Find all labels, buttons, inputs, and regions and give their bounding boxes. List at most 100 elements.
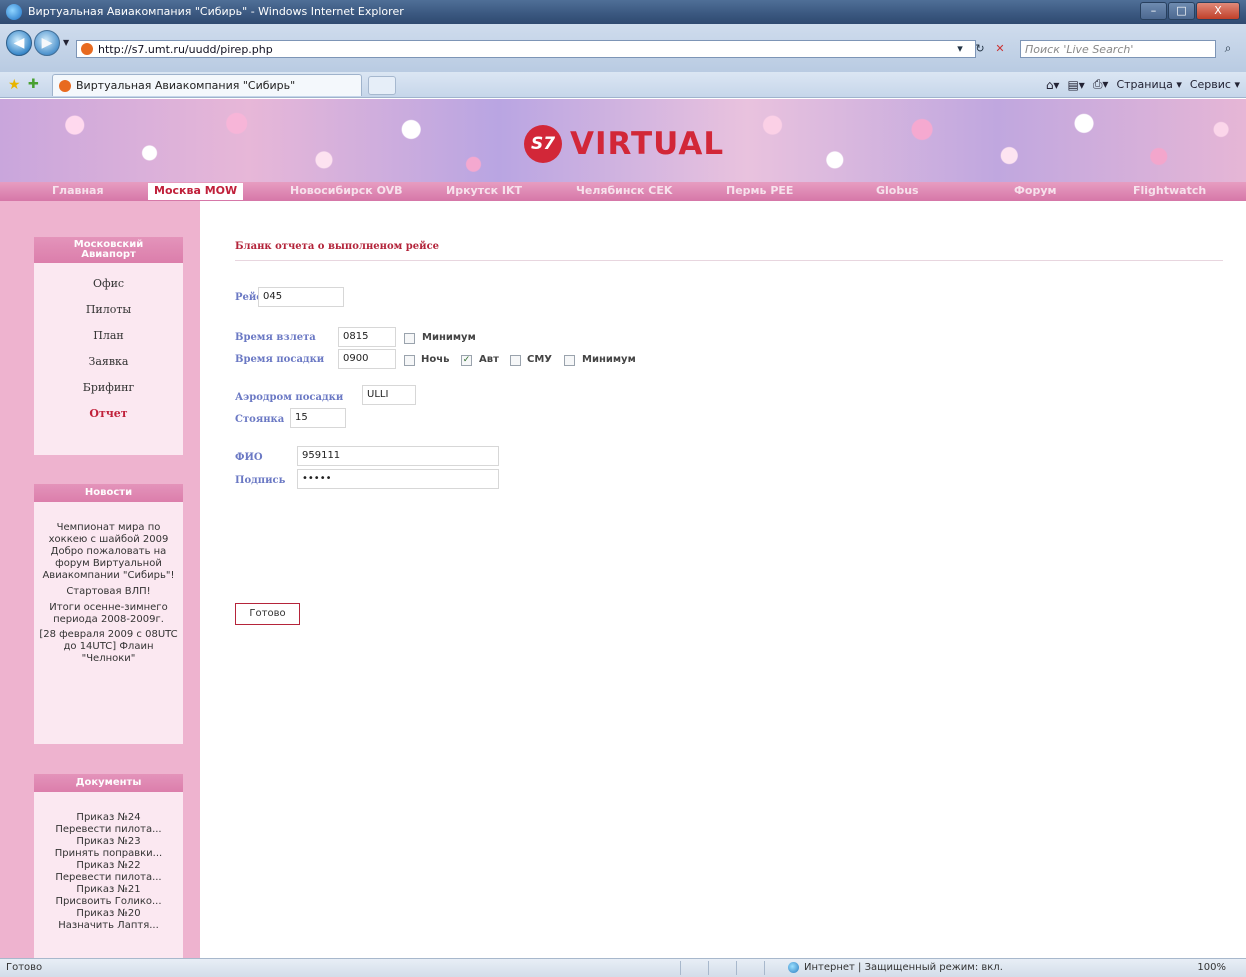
stand-input[interactable]: 15 [290,408,346,428]
search-icon[interactable]: ⌕ [1220,41,1236,57]
page-viewport: S7 VIRTUAL Главная Москва MOW Новосибирс… [0,99,1246,958]
takeoff-minimum-checkbox[interactable] [404,333,415,344]
sidebar-item-office[interactable]: Офис [34,271,183,297]
document-title: Приказ №22 [76,860,141,871]
stand-label: Стоянка [235,414,285,425]
nav-chelyabinsk[interactable]: Челябинск CEK [576,184,672,197]
landing-time-input[interactable]: 0900 [338,349,396,369]
landing-minimum-checkbox[interactable] [564,355,575,366]
nav-home[interactable]: Главная [52,184,104,197]
flight-input[interactable]: 045 [258,287,344,307]
document-text: Перевести пилота... [55,872,162,883]
hub-title-line-2: Авиапорт [81,249,136,260]
news-item[interactable]: [28 февраля 2009 с 08UTC до 14UTC] Флаин… [34,629,183,665]
divider [736,961,737,975]
address-url[interactable]: http://s7.umt.ru/uudd/pirep.php [98,43,273,56]
landing-minimum-label: Минимум [582,354,636,365]
airport-input[interactable]: ULLI [362,385,416,405]
signature-input[interactable]: ••••• [297,469,499,489]
nav-flightwatch[interactable]: Flightwatch [1133,184,1206,197]
globe-icon [788,962,799,973]
tab-label: Виртуальная Авиакомпания "Сибирь" [76,79,296,92]
minimize-button[interactable]: – [1140,2,1167,20]
document-item[interactable]: Приказ №20 Назначить Лаптя... [34,908,183,932]
address-dropdown-icon[interactable]: ▾ [952,41,968,57]
sidebar-item-report[interactable]: Отчет [34,401,183,427]
report-form: Бланк отчета о выполненом рейсе Рейс 045… [200,201,1246,958]
favorites-star-icon[interactable]: ★ [8,77,21,93]
document-item[interactable]: Приказ №24 Перевести пилота... [34,812,183,836]
document-item[interactable]: Приказ №22 Перевести пилота... [34,860,183,884]
divider [764,961,765,975]
site-nav: Главная Москва MOW Новосибирск OVB Иркут… [0,182,1246,201]
refresh-icon[interactable]: ↻ [972,41,988,57]
nav-globus[interactable]: Globus [876,184,919,197]
document-item[interactable]: Приказ №21 Присвоить Голико... [34,884,183,908]
news-item[interactable]: Чемпионат мира по хоккею с шайбой 2009 [34,522,183,546]
home-icon[interactable]: ⌂▾ [1046,78,1060,92]
night-checkbox[interactable] [404,355,415,366]
history-dropdown-icon[interactable]: ▼ [63,38,69,47]
zone-label: Интернет | Защищенный режим: вкл. [804,962,1003,973]
submit-button[interactable]: Готово [235,603,300,625]
tools-menu[interactable]: Сервис ▾ [1190,78,1240,91]
airport-label: Аэродром посадки [235,392,344,403]
document-title: Приказ №21 [76,884,141,895]
stop-icon[interactable]: ✕ [992,41,1008,57]
status-text: Готово [6,962,43,973]
nav-moscow[interactable]: Москва MOW [148,183,244,200]
print-icon[interactable]: ⎙▾ [1093,77,1109,92]
document-text: Присвоить Голико... [55,896,162,907]
back-button[interactable]: ◀ [6,30,32,56]
forward-button[interactable]: ▶ [34,30,60,56]
takeoff-time-input[interactable]: 0815 [338,327,396,347]
sidebar-item-plan[interactable]: План [34,323,183,349]
sidebar-item-request[interactable]: Заявка [34,349,183,375]
documents-title: Документы [34,774,183,792]
status-bar: Готово Интернет | Защищенный режим: вкл.… [0,958,1246,977]
search-input[interactable]: Поиск 'Live Search' [1020,40,1216,58]
site-logo[interactable]: S7 VIRTUAL [524,125,724,163]
news-item[interactable]: Итоги осенне-зимнего периода 2008-2009г. [34,602,183,626]
logo-text: VIRTUAL [570,126,725,162]
name-input[interactable]: 959111 [297,446,499,466]
hub-menu-title: Московский Авиапорт [34,237,183,263]
document-text: Назначить Лаптя... [58,920,159,931]
signature-label: Подпись [235,475,286,486]
landing-label: Время посадки [235,354,325,365]
address-input[interactable]: http://s7.umt.ru/uudd/pirep.php [76,40,976,58]
zoom-level[interactable]: 100% [1197,962,1226,973]
auto-label: Авт [479,354,499,365]
new-tab-button[interactable] [368,76,396,95]
hub-menu-box: Московский Авиапорт Офис Пилоты План Зая… [34,237,183,455]
browser-logo-icon [6,4,22,20]
takeoff-label: Время взлета [235,332,316,343]
nav-irkutsk[interactable]: Иркутск IKT [446,184,522,197]
document-text: Принять поправки... [54,848,163,859]
close-button[interactable]: X [1196,2,1240,20]
documents-box: Документы Приказ №24 Перевести пилота...… [34,774,183,958]
night-label: Ночь [421,354,450,365]
smu-checkbox[interactable] [510,355,521,366]
window-title: Виртуальная Авиакомпания "Сибирь" - Wind… [28,5,404,18]
news-item[interactable]: Стартовая ВЛП! [34,586,183,598]
sidebar-item-briefing[interactable]: Брифинг [34,375,183,401]
news-box: Новости Чемпионат мира по хоккею с шайбо… [34,484,183,744]
news-item[interactable]: Добро пожаловать на форум Виртуальной Ав… [34,546,183,582]
nav-perm[interactable]: Пермь PEE [726,184,793,197]
maximize-button[interactable]: □ [1168,2,1195,20]
auto-checkbox[interactable]: ✓ [461,355,472,366]
nav-novosibirsk[interactable]: Новосибирск OVB [290,184,403,197]
document-title: Приказ №23 [76,836,141,847]
document-item[interactable]: Приказ №23 Принять поправки... [34,836,183,860]
tab-favicon-icon [59,79,71,92]
page-menu[interactable]: Страница ▾ [1116,78,1181,91]
divider [708,961,709,975]
add-favorites-icon[interactable]: ✚ [28,77,39,92]
sidebar-item-pilots[interactable]: Пилоты [34,297,183,323]
security-zone[interactable]: Интернет | Защищенный режим: вкл. [788,962,1003,973]
nav-forum[interactable]: Форум [1014,184,1057,197]
sidebar: Московский Авиапорт Офис Пилоты План Зая… [0,201,200,958]
feeds-icon[interactable]: ▤▾ [1067,78,1084,92]
tab-active[interactable]: Виртуальная Авиакомпания "Сибирь" [52,74,362,96]
